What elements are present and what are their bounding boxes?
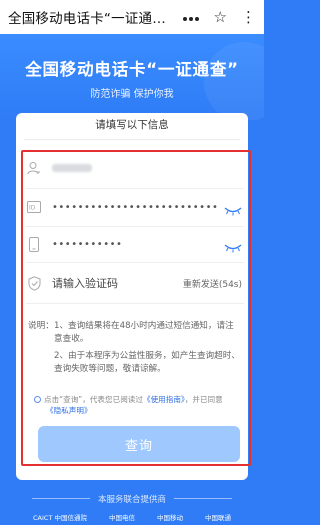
instruction-item-1: 1、查询结果将在48小时内通过短信通知，请注意查收。 bbox=[54, 321, 234, 344]
agreement-text: 点击“查询”，代表您已阅读过《使用指南》，并已同意 bbox=[44, 394, 246, 405]
shield-icon bbox=[26, 275, 42, 291]
name-value-blurred bbox=[52, 164, 92, 172]
id-card-icon: ID bbox=[26, 199, 42, 215]
verification-code-field[interactable]: 请输入验证码 重新发送(54s) bbox=[26, 267, 246, 299]
phone-value: ••••••••••• bbox=[52, 238, 123, 250]
form-title: 请填写以下信息 bbox=[95, 119, 169, 131]
china-telecom-logo: 中国电信 bbox=[108, 514, 135, 522]
instruction-item-2: 2、由于本程序为公益性服务，如产生查询超时、查询失败等问题，敬请谅解。 bbox=[54, 351, 240, 374]
phone-field[interactable]: ••••••••••• bbox=[26, 228, 246, 260]
eye-closed-icon[interactable] bbox=[224, 238, 242, 257]
eye-closed-icon[interactable] bbox=[224, 201, 242, 220]
id-number-field[interactable]: ID •••••••••••••••••••••••••• bbox=[26, 191, 246, 223]
banner-decoration bbox=[204, 42, 264, 120]
caict-logo: CAICT 中国信通院 bbox=[33, 514, 87, 522]
divider bbox=[26, 303, 244, 304]
divider bbox=[26, 226, 244, 227]
divider bbox=[26, 262, 244, 263]
divider bbox=[24, 139, 240, 140]
agree-radio[interactable] bbox=[34, 396, 41, 403]
banner: 全国移动电话卡“一证通查” 防范诈骗 保护你我 bbox=[0, 34, 264, 120]
top-bar: 全国移动电话卡“一证通… ☆ ⋮ bbox=[0, 0, 264, 34]
provider-logos: CAICT 中国信通院 中国电信 中国移动 中国联通 bbox=[0, 509, 264, 525]
divider bbox=[26, 188, 244, 189]
id-number-value: •••••••••••••••••••••••••• bbox=[52, 201, 219, 213]
banner-title: 全国移动电话卡“一证通查” bbox=[25, 60, 239, 79]
more-icon[interactable]: ⋮ bbox=[241, 8, 256, 26]
phone-icon bbox=[26, 236, 42, 252]
divider bbox=[174, 498, 232, 499]
top-bar-icons: ☆ ⋮ bbox=[182, 8, 256, 26]
verification-code-input[interactable]: 请输入验证码 bbox=[52, 275, 118, 291]
resend-code-button[interactable]: 重新发送(54s) bbox=[183, 277, 242, 290]
banner-subtitle: 防范诈骗 保护你我 bbox=[90, 89, 174, 100]
query-button[interactable]: 查询 bbox=[38, 426, 240, 462]
instructions-label: 说明： bbox=[28, 321, 54, 331]
svg-text:ID: ID bbox=[29, 205, 36, 212]
china-unicom-logo: 中国联通 bbox=[204, 514, 231, 522]
user-guide-link[interactable]: 《使用指南》 bbox=[143, 395, 185, 404]
agreement-prefix: 点击“查询”，代表您已阅读过 bbox=[44, 395, 143, 404]
name-field[interactable] bbox=[26, 152, 246, 184]
page-title: 全国移动电话卡“一证通… bbox=[8, 11, 166, 27]
privacy-policy-link[interactable]: 《隐私声明》 bbox=[46, 405, 92, 416]
user-icon bbox=[26, 160, 42, 176]
china-mobile-logo: 中国移动 bbox=[156, 514, 183, 522]
dots-icon[interactable] bbox=[182, 8, 200, 26]
agreement-suffix: ，并已同意 bbox=[184, 395, 223, 404]
footer-title: 本服务联合提供商 bbox=[97, 495, 166, 505]
star-icon[interactable]: ☆ bbox=[214, 8, 227, 26]
